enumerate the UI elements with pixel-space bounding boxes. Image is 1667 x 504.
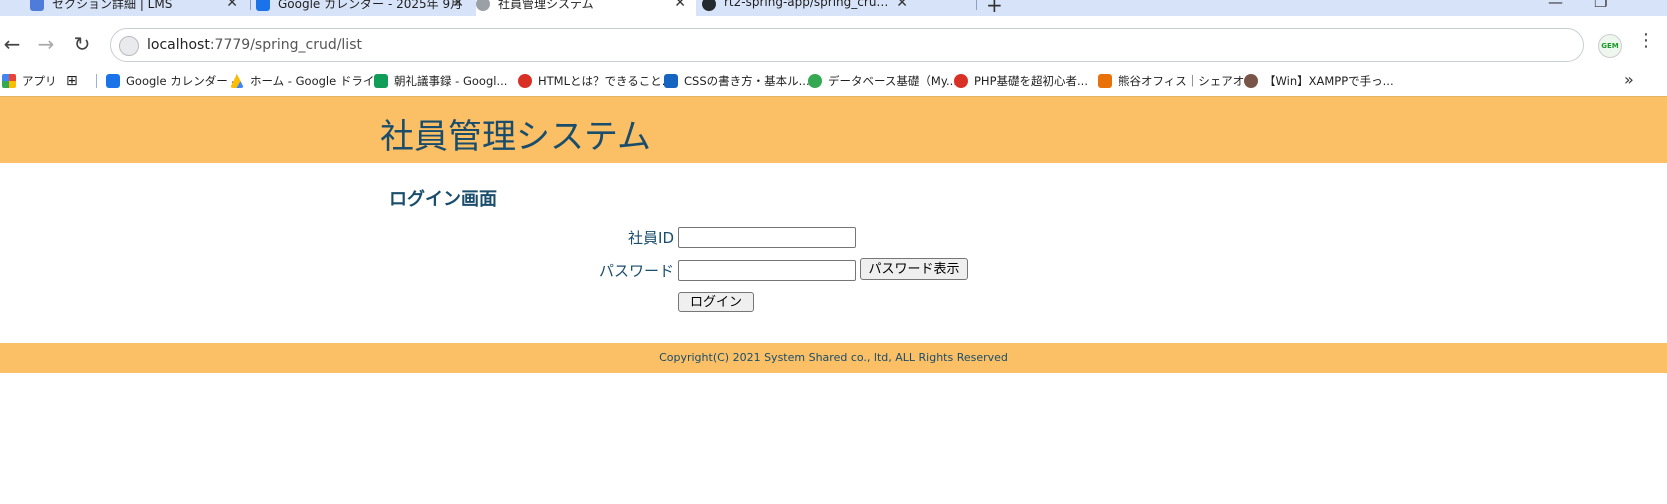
close-icon[interactable]: ✕ xyxy=(674,0,686,11)
github-icon xyxy=(702,0,716,11)
bookmark-morning-minutes[interactable]: 朝礼議事録 - Googl... xyxy=(374,72,507,90)
tab-label: rt2-spring-app/spring_crud_exe xyxy=(724,0,894,9)
url-path: :7779/spring_crud/list xyxy=(209,37,362,53)
bookmark-label: データベース基礎（My... xyxy=(828,74,957,88)
tab-separator xyxy=(250,0,251,10)
globe-icon xyxy=(476,0,490,11)
tab-github[interactable]: rt2-spring-app/spring_crud_exe ✕ xyxy=(702,0,918,16)
bookmark-label: 【Win】XAMPPで手っ... xyxy=(1264,74,1394,88)
bookmarks-bar: アプリ ⊞ Google カレンダー - ホーム - Google ドライブ 朝… xyxy=(0,66,1667,96)
chevron-double-right-icon[interactable]: » xyxy=(1624,70,1634,89)
bookmark-label: HTMLとは？できること... xyxy=(538,74,673,88)
login-button[interactable]: ログイン xyxy=(678,292,754,312)
sheets-icon xyxy=(374,74,388,88)
site-title: 社員管理システム xyxy=(380,117,651,157)
tab-employee-system[interactable]: 社員管理システム ✕ xyxy=(476,0,696,16)
bookmark-google-drive[interactable]: ホーム - Google ドライブ xyxy=(230,72,386,90)
bookmark-kumagaya-office[interactable]: 熊谷オフィス｜シェアオ... xyxy=(1098,72,1255,90)
tab-label: セクション詳細 | LMS xyxy=(52,0,173,11)
bookmark-label: アプリ xyxy=(22,74,57,88)
lms-icon xyxy=(30,0,44,11)
bookmark-label: PHP基礎を超初心者... xyxy=(974,74,1088,88)
login-heading: ログイン画面 xyxy=(389,189,497,210)
profile-avatar[interactable]: GEM xyxy=(1598,34,1622,58)
site-icon xyxy=(808,74,822,88)
site-icon xyxy=(1098,74,1112,88)
drive-icon xyxy=(230,74,244,88)
site-icon xyxy=(954,74,968,88)
bookmark-css-basics[interactable]: CSSの書き方・基本ル... xyxy=(664,72,810,90)
bookmark-separator xyxy=(96,74,97,88)
site-header: 社員管理システム xyxy=(0,97,1667,163)
tab-label: 社員管理システム xyxy=(498,0,594,11)
close-icon[interactable]: ✕ xyxy=(896,0,908,11)
avatar-icon xyxy=(1244,74,1258,88)
bookmark-database-basics[interactable]: データベース基礎（My... xyxy=(808,72,957,90)
tab-label: Google カレンダー - 2025年 9月 xyxy=(278,0,463,11)
browser-tab-bar: セクション詳細 | LMS ✕ Google カレンダー - 2025年 9月 … xyxy=(0,0,1667,17)
tab-calendar[interactable]: Google カレンダー - 2025年 9月 ✕ xyxy=(256,0,474,16)
site-info-icon[interactable] xyxy=(119,36,139,56)
url-host: localhost xyxy=(147,37,210,53)
calendar-icon xyxy=(106,74,120,88)
bookmark-php-basics[interactable]: PHP基礎を超初心者... xyxy=(954,72,1088,90)
tab-separator xyxy=(976,0,977,10)
apps-grid-icon xyxy=(2,74,16,88)
page-viewport: 社員管理システム ログイン画面 社員ID パスワード パスワード表示 ログイン … xyxy=(0,96,1667,504)
tab-groups-grid-icon[interactable]: ⊞ xyxy=(66,72,78,90)
address-bar[interactable]: localhost:7779/spring_crud/list xyxy=(110,28,1584,62)
show-password-button[interactable]: パスワード表示 xyxy=(860,258,968,280)
forward-arrow-icon[interactable]: → xyxy=(34,33,58,57)
bookmark-apps[interactable]: アプリ xyxy=(2,72,57,90)
password-label: パスワード xyxy=(598,262,674,280)
new-tab-button[interactable]: + xyxy=(986,0,1003,17)
bookmark-html-basics[interactable]: HTMLとは？できること... xyxy=(518,72,673,90)
employee-id-input[interactable] xyxy=(678,227,856,248)
back-arrow-icon[interactable]: ← xyxy=(0,33,24,57)
tab-lms[interactable]: セクション詳細 | LMS ✕ xyxy=(30,0,248,16)
minimize-icon[interactable]: — xyxy=(1548,0,1563,11)
reload-icon[interactable]: ↻ xyxy=(70,33,94,57)
employee-id-label: 社員ID xyxy=(628,229,674,247)
copyright-text: Copyright(C) 2021 System Shared co., ltd… xyxy=(659,351,1008,364)
site-footer: Copyright(C) 2021 System Shared co., ltd… xyxy=(0,343,1667,373)
bookmark-google-calendar[interactable]: Google カレンダー - xyxy=(106,72,236,90)
close-icon[interactable]: ✕ xyxy=(452,0,464,11)
bookmark-label: Google カレンダー - xyxy=(126,74,236,88)
bookmark-label: 朝礼議事録 - Googl... xyxy=(394,74,508,88)
site-icon xyxy=(518,74,532,88)
menu-kebab-icon[interactable]: ⋮ xyxy=(1637,30,1655,51)
site-icon xyxy=(664,74,678,88)
password-input[interactable] xyxy=(678,260,856,281)
calendar-icon xyxy=(256,0,270,11)
bookmark-xampp[interactable]: 【Win】XAMPPで手っ... xyxy=(1244,72,1394,90)
bookmark-label: 熊谷オフィス｜シェアオ... xyxy=(1118,74,1256,88)
restore-icon[interactable]: ❐ xyxy=(1594,0,1607,11)
url-text[interactable]: localhost:7779/spring_crud/list xyxy=(147,37,362,53)
bookmark-label: ホーム - Google ドライブ xyxy=(250,74,386,88)
close-icon[interactable]: ✕ xyxy=(226,0,238,11)
bookmark-label: CSSの書き方・基本ル... xyxy=(684,74,810,88)
